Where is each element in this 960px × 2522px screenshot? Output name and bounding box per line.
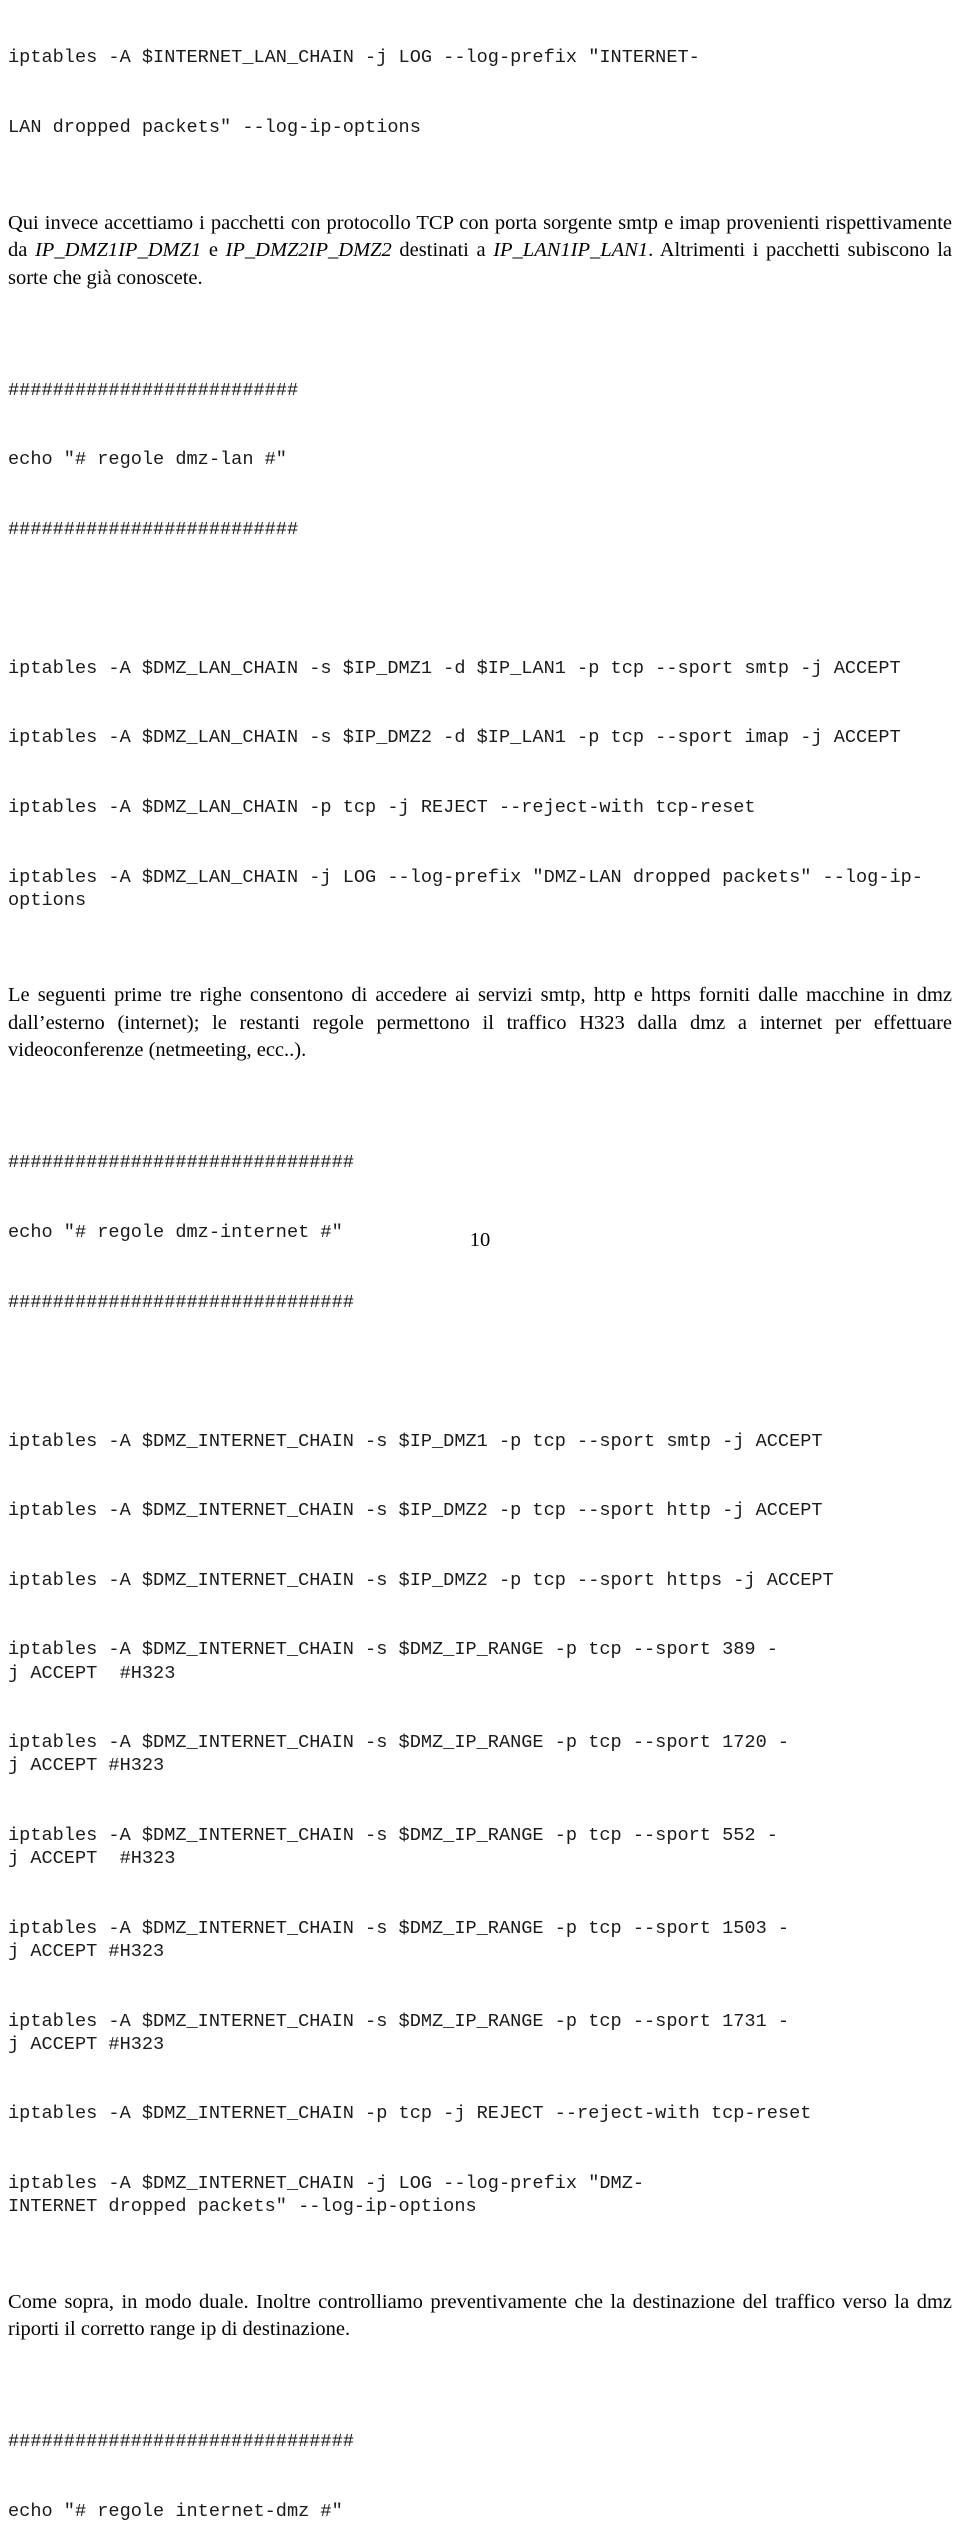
code-line: LAN dropped packets" --log-ip-options <box>8 117 421 139</box>
code-block-internet-dmz: ############################### echo "# … <box>8 2384 952 2522</box>
code-rule-line: iptables -A $DMZ_INTERNET_CHAIN -s $DMZ_… <box>8 1732 790 1777</box>
code-separator-line: ############################### <box>8 1152 354 1174</box>
code-rule-line: iptables -A $DMZ_LAN_CHAIN -j LOG --log-… <box>8 866 923 911</box>
code-separator-line: ############################### <box>8 1291 354 1313</box>
code-separator-line: ########################## <box>8 518 299 540</box>
code-rule-line: iptables -A $DMZ_INTERNET_CHAIN -s $DMZ_… <box>8 1639 778 1684</box>
code-rule-line: iptables -A $DMZ_LAN_CHAIN -p tcp -j REJ… <box>8 796 756 818</box>
code-rule-line: iptables -A $DMZ_INTERNET_CHAIN -s $IP_D… <box>8 1500 823 1522</box>
code-rule-line: iptables -A $DMZ_INTERNET_CHAIN -s $IP_D… <box>8 1430 823 1452</box>
code-rule-line: iptables -A $DMZ_INTERNET_CHAIN -s $DMZ_… <box>8 1917 790 1963</box>
code-echo-line: echo "# regole internet-dmz #" <box>8 2500 343 2522</box>
code-rule-line: iptables -A $DMZ_LAN_CHAIN -s $IP_DMZ2 -… <box>8 727 901 749</box>
paragraph-run: destinati a <box>391 239 494 262</box>
document-page: iptables -A $INTERNET_LAN_CHAIN -j LOG -… <box>0 0 960 2521</box>
code-block-internet-lan-log: iptables -A $INTERNET_LAN_CHAIN -j LOG -… <box>8 0 952 186</box>
paragraph-internet-dmz-intro: Come sopra, in modo duale. Inoltre contr… <box>8 2290 952 2341</box>
code-rule-line: iptables -A $DMZ_INTERNET_CHAIN -s $DMZ_… <box>8 2010 790 2055</box>
code-block-dmz-internet: ############################### echo "# … <box>8 1105 952 2265</box>
code-rule-line: iptables -A $DMZ_INTERNET_CHAIN -p tcp -… <box>8 2103 812 2125</box>
paragraph-italic-ip-dmz2: IP_DMZ2IP_DMZ2 <box>225 239 392 262</box>
code-rule-line: iptables -A $DMZ_INTERNET_CHAIN -s $DMZ_… <box>8 1825 778 1870</box>
page-number: 10 <box>469 1229 491 1251</box>
code-rule-line: iptables -A $DMZ_INTERNET_CHAIN -s $IP_D… <box>8 1569 834 1591</box>
code-rule-line: iptables -A $DMZ_LAN_CHAIN -s $IP_DMZ1 -… <box>8 657 901 679</box>
paragraph-italic-ip-dmz1: IP_DMZ1IP_DMZ1 <box>34 239 202 262</box>
code-line: iptables -A $INTERNET_LAN_CHAIN -j LOG -… <box>8 47 700 69</box>
paragraph-run: e <box>201 239 226 262</box>
code-separator-line: ############################### <box>8 2431 354 2453</box>
code-echo-line: echo "# regole dmz-lan #" <box>8 449 287 471</box>
paragraph-dmz-lan-intro: Qui invece accettiamo i pacchetti con pr… <box>8 210 952 293</box>
code-block-dmz-lan: ########################## echo "# regol… <box>8 332 952 958</box>
paragraph-dmz-internet-intro: Le seguenti prime tre righe consentono d… <box>8 984 952 1062</box>
code-separator-line: ########################## <box>8 379 299 401</box>
code-rule-line: iptables -A $DMZ_INTERNET_CHAIN -j LOG -… <box>8 2173 645 2218</box>
paragraph-italic-ip-lan1: IP_LAN1IP_LAN1 <box>493 239 649 262</box>
